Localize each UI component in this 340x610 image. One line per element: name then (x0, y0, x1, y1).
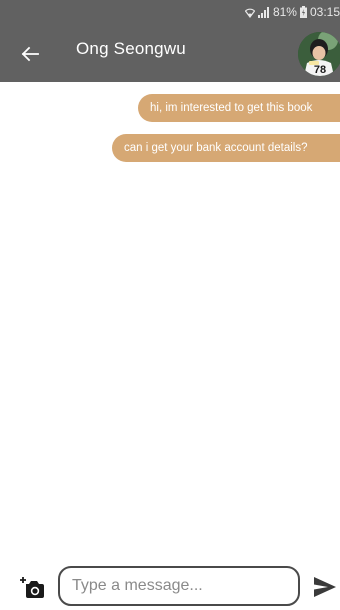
chat-screen: 81% 03:15 Ong Seongwu 78 hi, im interest… (0, 0, 340, 610)
battery-percent: 81% (272, 5, 297, 19)
avatar[interactable]: 78 (298, 32, 340, 76)
avatar-jersey-number: 78 (314, 64, 326, 76)
camera-add-icon (20, 577, 46, 604)
arrow-left-icon (18, 46, 42, 70)
app-bar: Ong Seongwu 78 (0, 26, 340, 82)
status-indicators: 81% 03:15 (244, 5, 340, 19)
message-composer (0, 562, 340, 610)
message-bubble[interactable]: can i get your bank account details? (112, 134, 340, 162)
back-button[interactable] (18, 42, 42, 66)
message-bubble[interactable]: hi, im interested to get this book (138, 94, 340, 122)
message-list: hi, im interested to get this book can i… (0, 82, 340, 562)
status-bar: 81% 03:15 (0, 0, 340, 26)
send-button[interactable] (314, 577, 336, 597)
contact-name[interactable]: Ong Seongwu (76, 39, 186, 59)
camera-button[interactable] (20, 576, 46, 600)
battery-icon (299, 6, 307, 18)
signal-icon (257, 6, 270, 18)
wifi-icon (244, 7, 255, 18)
clock-time: 03:15 (309, 5, 340, 19)
send-icon (314, 577, 336, 601)
message-input[interactable] (58, 566, 300, 606)
